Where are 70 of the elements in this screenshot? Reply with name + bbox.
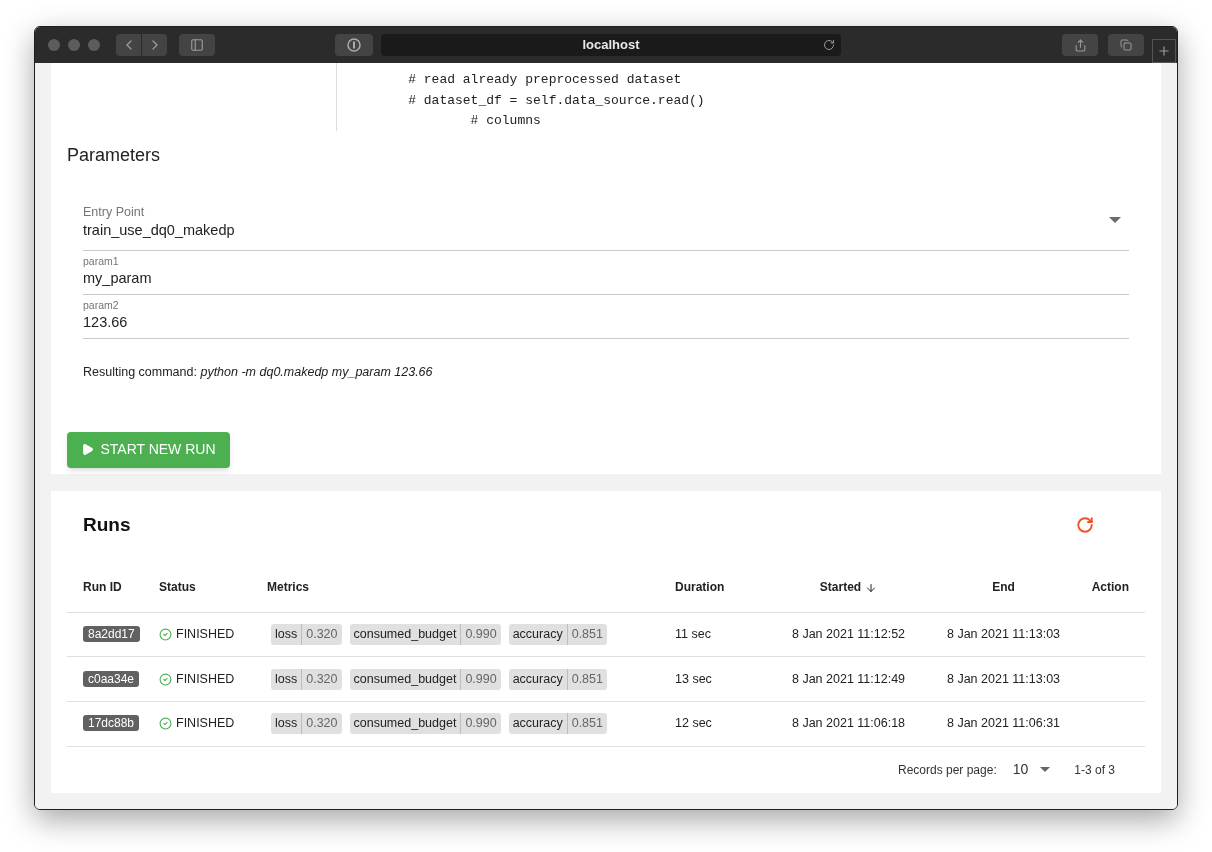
records-per-page-label: Records per page:: [898, 761, 997, 779]
run-id-tag: 17dc88b: [83, 715, 140, 732]
field-value: train_use_dq0_makedp: [83, 221, 236, 240]
shield-icon: [347, 38, 361, 52]
address-text: localhost: [582, 36, 640, 55]
status-text: FINISHED: [176, 626, 235, 644]
back-button[interactable]: [116, 34, 141, 56]
sidebar-button[interactable]: [179, 34, 215, 56]
check-circle-icon: [159, 717, 172, 731]
field-value: my_param: [83, 269, 153, 288]
new-tab-button[interactable]: [1152, 39, 1176, 63]
shield-button[interactable]: [335, 34, 373, 56]
metric-chip: loss 0.320: [271, 624, 342, 645]
metric-chip: consumed_budget 0.990: [349, 713, 501, 735]
column-header[interactable]: Metrics: [267, 578, 675, 597]
status-text: FINISHED: [176, 715, 235, 733]
check-circle-icon: [159, 672, 172, 686]
field-value: 123.66: [83, 313, 129, 332]
run-id-tag: c0aa34e: [83, 670, 140, 687]
started-cell-text: 8 Jan 2021 11:06:18: [790, 715, 907, 733]
field-label: param1: [83, 255, 120, 268]
metric-chip: loss 0.320: [271, 713, 342, 735]
forward-button[interactable]: [142, 34, 167, 56]
metric-chip: consumed_budget 0.990: [349, 668, 501, 690]
address-bar[interactable]: localhost: [381, 34, 841, 56]
end-cell-text: 8 Jan 2021 11:06:31: [945, 715, 1062, 733]
column-header[interactable]: Status: [159, 578, 267, 597]
column-header[interactable]: Run ID: [67, 578, 159, 597]
share-button[interactable]: [1062, 34, 1098, 56]
column-header[interactable]: Started: [771, 578, 926, 597]
end-cell-text: 8 Jan 2021 11:13:03: [945, 626, 1062, 644]
text-field[interactable]: param2 123.66: [83, 295, 1129, 339]
reload-icon[interactable]: [823, 39, 835, 51]
sort-arrow-icon: [865, 581, 878, 594]
play-icon: [81, 443, 95, 457]
dropdown-caret-icon: [1040, 767, 1051, 773]
resulting-command: Resulting command: python -m dq0.makedp my_param 123.66: [83, 364, 434, 381]
tabs-button[interactable]: [1108, 34, 1144, 56]
metric-chip: accuracy 0.851: [508, 713, 607, 735]
page-range: 1-3 of 3: [1074, 761, 1115, 779]
field-label: Entry Point: [83, 204, 146, 220]
column-header[interactable]: Action: [1081, 578, 1145, 597]
plus-icon: [1157, 44, 1171, 58]
column-header[interactable]: Duration: [675, 578, 771, 597]
end-cell-text: 8 Jan 2021 11:13:03: [945, 670, 1062, 688]
entry-point-select[interactable]: Entry Point train_use_dq0_makedp: [83, 190, 1129, 251]
duration-cell-text: 12 sec: [675, 715, 713, 733]
section-title: Parameters: [67, 144, 162, 166]
code-text: # read already preprocessed dataset # dataset_df = self.data_source.read() # columns: [407, 71, 705, 130]
dropdown-caret-icon: [1109, 217, 1121, 223]
metric-chip: accuracy 0.851: [508, 668, 607, 690]
started-cell-text: 8 Jan 2021 11:12:49: [790, 670, 907, 688]
sidebar-icon: [190, 38, 204, 52]
text-field[interactable]: param1 my_param: [83, 251, 1129, 295]
tabs-icon: [1120, 39, 1132, 51]
per-page-select[interactable]: 10: [1012, 759, 1051, 781]
field-label: param2: [83, 299, 120, 312]
duration-cell-text: 13 sec: [675, 670, 713, 688]
column-header[interactable]: End: [926, 578, 1081, 597]
metric-chip: consumed_budget 0.990: [349, 624, 501, 645]
duration-cell-text: 11 sec: [675, 626, 712, 644]
metric-chip: accuracy 0.851: [508, 624, 607, 645]
section-title: Runs: [83, 513, 131, 537]
share-icon: [1073, 38, 1087, 52]
refresh-icon[interactable]: [1076, 516, 1094, 535]
metric-chip: loss 0.320: [271, 668, 342, 690]
status-text: FINISHED: [176, 670, 235, 688]
started-cell-text: 8 Jan 2021 11:12:52: [790, 626, 907, 644]
check-circle-icon: [159, 628, 172, 641]
run-id-tag: 8a2dd17: [83, 626, 140, 643]
